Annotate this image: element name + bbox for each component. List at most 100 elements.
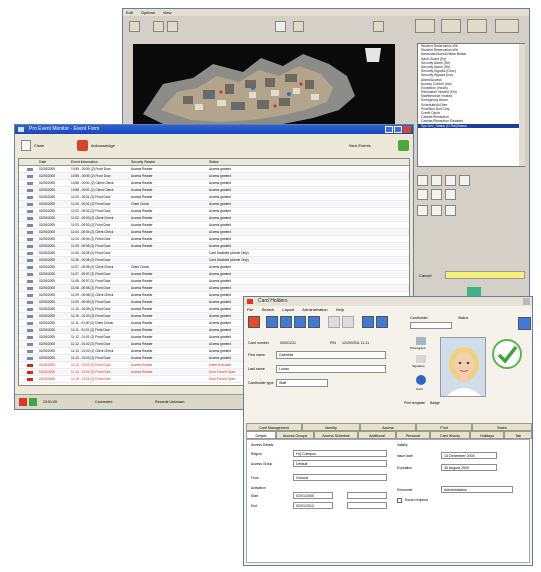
list-scrollbar[interactable] [519,44,525,166]
tab-access-groups[interactable]: Access Groups [276,431,314,439]
table-row[interactable]: 02/26/2005 11:04 - 00:54 (2) Front Door Ac… [19,236,409,243]
expiration-field[interactable]: 30 August 2009 [441,464,497,471]
last-name-field[interactable]: Lohan [276,365,386,373]
close-icon[interactable] [523,298,530,305]
copy-button[interactable] [153,21,164,32]
state-icon[interactable] [417,205,428,216]
table-row[interactable]: 02/26/2005 11:05 - 00:55 (2) Front Door Ac… [19,243,409,250]
floor-select[interactable]: Ground [293,474,387,481]
new-button[interactable] [248,316,260,328]
menu-help[interactable]: Help [336,307,344,312]
menu-search[interactable]: Search [262,307,275,312]
tab-notes[interactable]: Notes [472,423,532,431]
menu-administration[interactable]: Administration [302,307,327,312]
table-row[interactable]: 02/26/2005 10:55 - 00:50 (2) Front Door Ac… [19,166,409,173]
tab-extra[interactable]: Tab [504,431,532,439]
table-row[interactable]: 02/26/2005 10:55 - 00:50 (2) Front Door Ac… [19,173,409,180]
menu-view[interactable]: View [163,10,172,15]
table-row[interactable]: 02/26/2005 11:06 - 00:56 (2) Front Door Ca… [19,257,409,264]
previous-record-button[interactable] [280,316,292,328]
tab-card-history[interactable]: Card History [430,431,470,439]
column-header-date[interactable]: Date [39,159,46,165]
toolbar-right-1[interactable] [415,19,435,33]
back-button[interactable] [129,21,140,32]
last-record-button[interactable] [308,316,320,328]
cardholder-type-select[interactable] [410,322,452,329]
table-row[interactable]: 02/26/2005 11:03 - 00:53 (2) Front Door Ac… [19,222,409,229]
photograph-icon[interactable] [416,337,426,345]
tab-details[interactable]: Details [246,431,276,439]
maximize-icon[interactable] [394,126,402,133]
state-icon[interactable] [445,205,456,216]
personnel-select[interactable]: Administration [441,486,513,493]
menu-layout[interactable]: Layout [282,307,294,312]
next-record-button[interactable] [294,316,306,328]
state-icon[interactable] [417,189,428,200]
column-header-reader[interactable]: Security Reader [131,159,155,165]
paste-button[interactable] [167,21,178,32]
minimize-icon[interactable] [385,126,393,133]
tab-personal[interactable]: Personal [396,431,430,439]
toolbar-right-4[interactable] [495,19,519,33]
table-row[interactable]: 02/26/2005 11:04 - 00:54 (2) Client Check… [19,229,409,236]
table-row[interactable]: 02/26/2005 11:00 - 00:52 (2) Front Door Cl… [19,201,409,208]
print-button[interactable] [342,316,354,328]
find-button[interactable] [328,316,340,328]
card-icon[interactable] [416,375,426,385]
tab-identity[interactable]: Identity [302,423,360,431]
cardholder-photo[interactable] [440,337,486,397]
column-header-status[interactable]: Status [209,159,219,165]
toolbar-right-3[interactable] [467,19,487,33]
table-row[interactable]: 02/26/2005 11:07 - 00:57 (2) Front Door Ac… [19,271,409,278]
tab-holidays[interactable]: Holidays [470,431,504,439]
state-icon[interactable] [445,189,456,200]
close-events-button[interactable]: Close [21,140,61,152]
region-select[interactable]: HQ Campus [293,450,387,457]
map-object-list[interactable]: Student Reservation Wtr Student Reservat… [417,43,525,167]
tab-print[interactable]: Print [416,423,472,431]
select-button[interactable] [373,21,384,32]
tab-additional[interactable]: Additional [358,431,396,439]
state-icon[interactable] [431,189,442,200]
table-row[interactable]: 02/26/2005 11:08 - 00:57 (2) Front Door Ac… [19,278,409,285]
issue-date-field[interactable]: 13 December 2004 [441,452,497,459]
table-row[interactable]: 02/26/2005 11:07 - 00:56 (2) Client Check… [19,264,409,271]
start-date-field[interactable]: 02/01/2005 [293,492,333,499]
cardholder-type-field[interactable]: Staff [276,379,328,387]
help-button[interactable] [518,317,531,330]
menu-file[interactable]: File [247,307,253,312]
list-item-selected[interactable]: Sys Dev_Status (D Rdr)Status [418,123,524,128]
table-row[interactable]: 02/26/2005 10:56 - 00:51 (2) Client Check… [19,180,409,187]
tab-card-management[interactable]: Card Management [246,423,302,431]
table-row[interactable]: 02/26/2005 11:06 - 00:55 (2) Front Door Ca… [19,250,409,257]
next-events-button[interactable]: Next Events [349,140,409,152]
state-icon[interactable] [459,175,470,186]
tab-access[interactable]: Access [360,423,416,431]
first-name-field[interactable]: Gabrielle [276,351,386,359]
refresh-button[interactable] [376,316,388,328]
signature-icon[interactable] [416,355,426,363]
column-header-event[interactable]: Event Information [71,159,98,165]
toolbar-right-2[interactable] [441,19,461,33]
save-button[interactable] [362,316,374,328]
tab-access-schedule[interactable]: Access Schedule [314,431,358,439]
access-group-select[interactable]: Default [293,460,387,467]
grid-button[interactable] [293,21,304,32]
state-icon[interactable] [431,205,442,216]
state-icon[interactable] [431,175,442,186]
table-row[interactable]: 02/26/2005 11:02 - 00:52 (2) Front Door Ac… [19,208,409,215]
zoom-button[interactable] [275,21,286,32]
end-time-field[interactable] [347,502,387,509]
first-record-button[interactable] [266,316,278,328]
floor-plan-map[interactable] [133,44,395,136]
menu-options[interactable]: Options [141,10,155,15]
table-row[interactable]: 02/26/2005 10:58 - 00:51 (2) Client Check… [19,187,409,194]
table-row[interactable]: 02/26/2005 11:00 - 00:51 (2) Front Door Ac… [19,194,409,201]
state-icon[interactable] [445,175,456,186]
acknowledge-button[interactable]: Acknowledge [77,140,127,152]
close-icon[interactable] [403,126,411,133]
end-date-field[interactable]: 02/01/2012 [293,502,333,509]
menu-edit[interactable]: Edit [126,10,133,15]
state-icon[interactable] [417,175,428,186]
start-time-field[interactable] [347,492,387,499]
